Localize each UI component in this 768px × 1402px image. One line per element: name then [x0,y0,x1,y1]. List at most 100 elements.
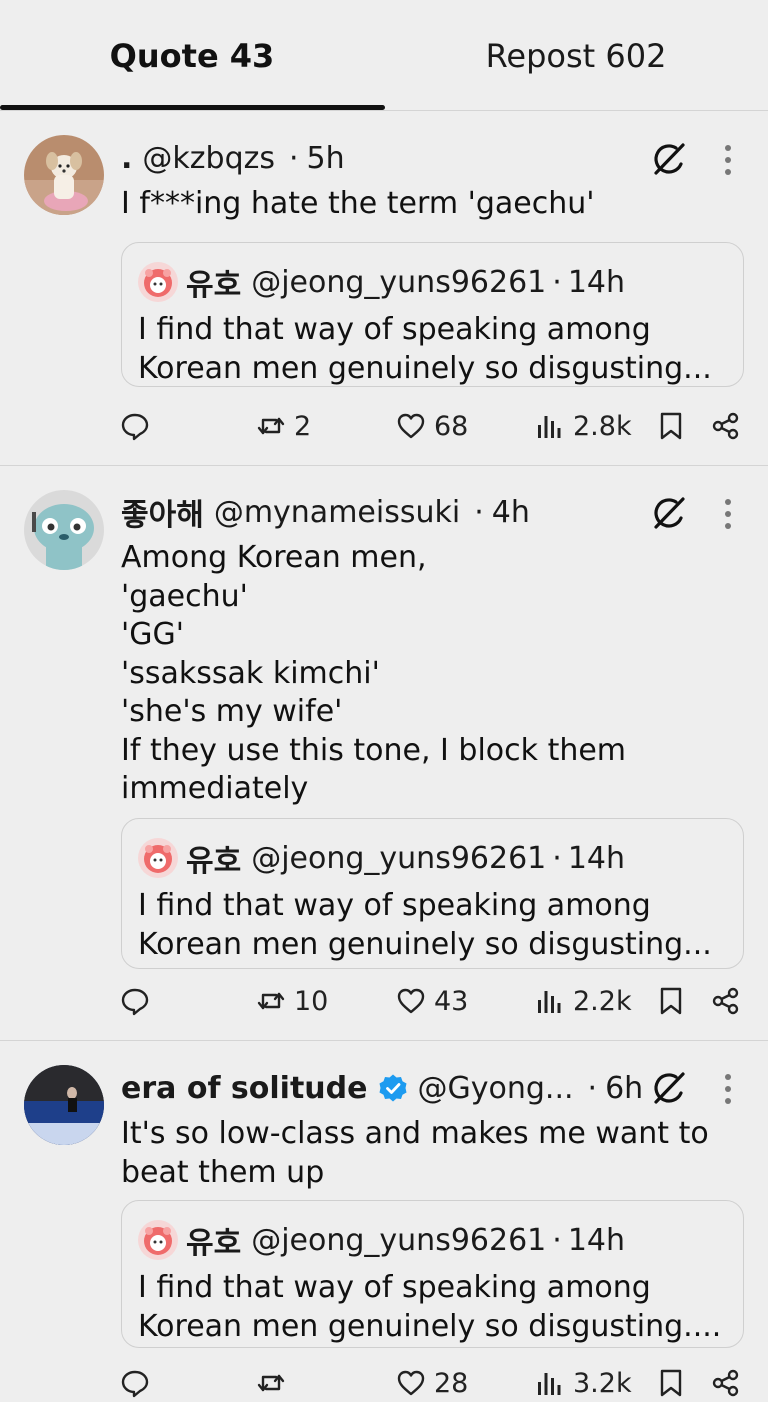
repost-arrows-icon [257,417,285,435]
like-button[interactable]: 68 [396,404,468,448]
avatar[interactable] [24,490,104,570]
bookmark-button[interactable] [656,979,686,1023]
repost-button[interactable]: 10 [256,979,328,1023]
quoted-post-header: 유호 @jeong_yuns96261 · 14h [138,837,625,879]
user-handle[interactable]: @Gyong... [418,1071,574,1106]
post-item[interactable]: 좋아해 @mynameissuki · 4h Among Korean men,… [0,466,768,1041]
separator-dot: · [587,1070,598,1106]
quoted-handle: @jeong_yuns96261 [251,840,547,876]
post-header: 좋아해 @mynameissuki · 4h [121,490,530,534]
bookmark-icon [660,1369,682,1397]
action-bar: 28 3.2k [0,1361,768,1402]
post-item[interactable]: era of solitude @Gyong... · 6h It's so l… [0,1041,768,1402]
quoted-handle: @jeong_yuns96261 [251,1222,547,1258]
tab-repost[interactable]: Repost 602 [384,0,768,111]
quoted-handle: @jeong_yuns96261 [251,264,547,300]
tab-bar: Quote 43 Repost 602 [0,0,768,111]
quoted-post-card[interactable]: 유호 @jeong_yuns96261 · 14h I find that wa… [121,1200,744,1348]
speech-bubble-icon [121,413,149,441]
view-count: 2.2k [573,985,632,1017]
quoted-text: I find that way of speaking among Korean… [138,888,712,962]
bookmark-button[interactable] [656,1361,686,1402]
like-count: 28 [434,1367,469,1399]
more-options-icon[interactable] [718,142,738,178]
quoted-time: 14h [567,264,625,300]
like-count: 43 [434,985,469,1017]
post-item[interactable]: . @kzbqzs · 5h I f***ing hate the term '… [0,111,768,466]
reply-button[interactable] [120,1361,158,1402]
post-header: era of solitude @Gyong... · 6h [121,1068,643,1108]
quoted-avatar [138,1220,178,1260]
repost-button[interactable]: 2 [256,404,311,448]
post-time[interactable]: 6h [605,1071,643,1106]
repost-arrows-icon [257,1374,285,1392]
quoted-text: I find that way of speaking among Korean… [138,312,712,386]
quoted-post-header: 유호 @jeong_yuns96261 · 14h [138,1219,625,1261]
speech-bubble-icon [121,988,149,1016]
heart-icon [397,413,425,439]
quoted-time: 14h [567,840,625,876]
heart-icon [397,1370,425,1396]
quoted-display-name: 유호 [186,1226,242,1261]
view-count: 3.2k [573,1367,632,1399]
quoted-post-card[interactable]: 유호 @jeong_yuns96261 · 14h I find that wa… [121,818,744,969]
grok-icon[interactable] [650,140,688,178]
quoted-display-name: 유호 [186,268,242,303]
avatar[interactable] [24,135,104,215]
share-icon [712,412,739,440]
bar-chart-icon [538,416,561,438]
quoted-avatar [138,262,178,302]
user-handle[interactable]: @mynameissuki [214,495,460,530]
separator-dot: · [552,1222,562,1258]
avatar[interactable] [24,1065,104,1145]
post-header: . @kzbqzs · 5h [121,138,345,178]
quoted-post-card[interactable]: 유호 @jeong_yuns96261 · 14h I find that wa… [121,242,744,387]
repost-count: 2 [294,410,312,442]
views-button[interactable]: 3.2k [535,1361,632,1402]
bookmark-icon [660,412,682,440]
views-button[interactable]: 2.8k [535,404,632,448]
share-icon [712,987,739,1015]
quoted-text: I find that way of speaking among Korean… [138,1270,722,1344]
quoted-display-name: 유호 [186,844,242,879]
separator-dot: · [552,264,562,300]
user-handle[interactable]: @kzbqzs [142,141,275,176]
display-name[interactable]: . [121,141,132,176]
post-time[interactable]: 4h [492,495,530,530]
post-time[interactable]: 5h [307,141,345,176]
quoted-post-header: 유호 @jeong_yuns96261 · 14h [138,261,625,303]
bookmark-button[interactable] [656,404,686,448]
post-text: Among Korean men, 'gaechu' 'GG' 'ssakssa… [121,540,627,806]
view-count: 2.8k [573,410,632,442]
like-count: 68 [434,410,469,442]
like-button[interactable]: 43 [396,979,468,1023]
reply-button[interactable] [120,404,158,448]
bookmark-icon [660,987,682,1015]
more-options-icon[interactable] [718,1071,738,1107]
post-text: I f***ing hate the term 'gaechu' [121,186,595,221]
bar-chart-icon [538,991,561,1013]
display-name[interactable]: era of solitude [121,1071,368,1106]
quoted-time: 14h [567,1222,625,1258]
views-button[interactable]: 2.2k [535,979,632,1023]
repost-button[interactable] [256,1361,294,1402]
grok-icon[interactable] [650,1069,688,1107]
separator-dot: · [552,840,562,876]
share-icon [712,1369,739,1397]
more-options-icon[interactable] [718,496,738,532]
display-name[interactable]: 좋아해 [121,490,204,534]
verified-badge-icon[interactable] [378,1073,408,1103]
separator-dot: · [474,494,484,530]
like-button[interactable]: 28 [396,1361,468,1402]
grok-icon[interactable] [650,494,688,532]
share-button[interactable] [711,1361,741,1402]
reply-button[interactable] [120,979,158,1023]
active-tab-indicator [0,105,385,110]
speech-bubble-icon [121,1370,149,1398]
repost-count: 10 [294,985,329,1017]
bar-chart-icon [538,1373,561,1395]
share-button[interactable] [711,979,741,1023]
quoted-avatar [138,838,178,878]
share-button[interactable] [711,404,741,448]
tab-quote[interactable]: Quote 43 [0,0,384,111]
